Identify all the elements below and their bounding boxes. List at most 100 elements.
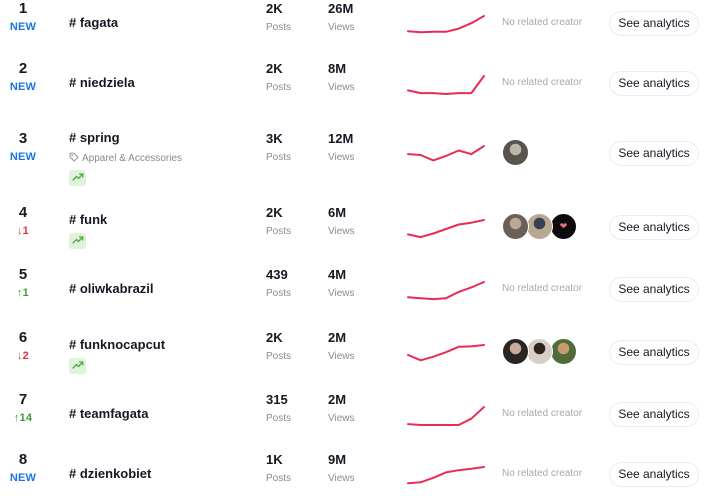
trending-up-icon	[71, 357, 84, 375]
hashtag-row: 4 ↓1 # funk 2K Posts 6M Views ❤ See analytic…	[0, 197, 716, 257]
related-creators: No related creator	[502, 17, 582, 28]
hashtag-row: 5 ↑1 # oliwkabrazil 439 Posts 4M Views No re…	[0, 259, 716, 319]
posts-count: 2K	[266, 61, 283, 76]
views-label: Views	[328, 351, 355, 362]
hashtag-row: 3 NEW # spring Apparel & Accessories 3K P…	[0, 123, 716, 186]
posts-count: 2K	[266, 330, 283, 345]
hashtag-row: 6 ↓2 # funknocapcut 2K Posts 2M Views See a…	[0, 322, 716, 382]
sparkline-path	[407, 281, 485, 301]
related-creators: No related creator	[502, 283, 582, 294]
sparkline-path	[407, 145, 485, 162]
views-count: 6M	[328, 205, 347, 220]
rank-cell: 3 NEW	[0, 131, 46, 164]
views-stat: 2M Views	[328, 392, 355, 425]
rank-number: 1	[18, 0, 28, 17]
hashtag-name[interactable]: # teamfagata	[69, 406, 148, 422]
hashtag-name[interactable]: # funk	[69, 212, 107, 228]
posts-count: 1K	[266, 452, 283, 467]
posts-stat: 2K Posts	[266, 205, 291, 238]
tag-icon	[69, 152, 79, 165]
posts-stat: 2K Posts	[266, 330, 291, 363]
sparkline-path	[407, 219, 485, 239]
trend-sparkline	[407, 145, 485, 162]
see-analytics-button[interactable]: See analytics	[609, 70, 699, 96]
hashtag-name[interactable]: # spring	[69, 130, 182, 146]
trend-sparkline	[407, 281, 485, 301]
rank-change: ↓1	[16, 225, 30, 237]
posts-label: Posts	[266, 226, 292, 237]
rank-number: 7	[18, 391, 28, 408]
views-label: Views	[328, 413, 355, 424]
rank-change: NEW	[9, 21, 37, 33]
creator-avatar[interactable]	[526, 338, 553, 365]
trend-sparkline	[407, 219, 485, 239]
hashtag-cell: # spring Apparel & Accessories	[69, 130, 182, 186]
rank-change: ↓2	[16, 350, 30, 362]
posts-count: 2K	[266, 205, 283, 220]
sparkline-path	[407, 15, 485, 34]
rank-cell: 5 ↑1	[0, 267, 46, 300]
views-stat: 2M Views	[328, 330, 355, 363]
posts-stat: 1K Posts	[266, 452, 291, 485]
views-stat: 6M Views	[328, 205, 355, 238]
views-label: Views	[328, 82, 355, 93]
see-analytics-button[interactable]: See analytics	[609, 214, 699, 240]
see-analytics-button[interactable]: See analytics	[609, 140, 699, 166]
views-label: Views	[328, 288, 355, 299]
hashtag-name[interactable]: # funknocapcut	[69, 337, 165, 353]
see-analytics-button[interactable]: See analytics	[609, 339, 699, 365]
see-analytics-button[interactable]: See analytics	[609, 276, 699, 302]
sparkline-path	[407, 406, 485, 426]
related-creators: No related creator	[502, 408, 582, 419]
creator-avatar[interactable]	[526, 213, 553, 240]
posts-stat: 315 Posts	[266, 392, 291, 425]
creator-avatar[interactable]	[550, 338, 577, 365]
hashtag-cell: # niedziela	[69, 75, 135, 91]
no-related-creator-text: No related creator	[502, 77, 583, 88]
sparkline-path	[407, 344, 485, 362]
rank-change: NEW	[9, 151, 37, 163]
see-analytics-button[interactable]: See analytics	[609, 401, 699, 427]
creator-avatar[interactable]	[502, 338, 529, 365]
hashtag-row: 2 NEW # niedziela 2K Posts 8M Views No relat…	[0, 53, 716, 113]
hashtag-cell: # funk	[69, 212, 107, 249]
related-creators	[502, 139, 529, 166]
rank-number: 6	[18, 329, 28, 346]
views-count: 12M	[328, 131, 354, 146]
hashtag-cell: # oliwkabrazil	[69, 281, 154, 297]
hashtag-name[interactable]: # oliwkabrazil	[69, 281, 154, 297]
hashtag-row: 8 NEW # dzienkobiet 1K Posts 9M Views No rel…	[0, 444, 716, 500]
posts-stat: 439 Posts	[266, 267, 291, 300]
rank-change: NEW	[9, 81, 37, 93]
rank-number: 5	[18, 266, 28, 283]
rank-cell: 1 NEW	[0, 1, 46, 34]
trending-badge	[69, 170, 86, 186]
views-stat: 8M Views	[328, 61, 355, 94]
hashtag-cell: # teamfagata	[69, 406, 148, 422]
posts-label: Posts	[266, 351, 292, 362]
hashtag-cell: # dzienkobiet	[69, 466, 151, 482]
hashtag-name[interactable]: # fagata	[69, 15, 118, 31]
creator-avatar[interactable]	[502, 139, 529, 166]
hashtag-name[interactable]: # niedziela	[69, 75, 135, 91]
rank-cell: 6 ↓2	[0, 330, 46, 363]
trending-badge	[69, 233, 86, 249]
creator-avatar[interactable]	[502, 213, 529, 240]
views-label: Views	[328, 22, 355, 33]
hashtag-cell: # funknocapcut	[69, 337, 165, 374]
views-stat: 12M Views	[328, 131, 355, 164]
posts-label: Posts	[266, 413, 292, 424]
category-label: Apparel & Accessories	[69, 152, 182, 165]
rank-number: 3	[18, 130, 28, 147]
hashtag-cell: # fagata	[69, 15, 118, 31]
hashtag-name[interactable]: # dzienkobiet	[69, 466, 151, 482]
posts-label: Posts	[266, 473, 292, 484]
see-analytics-button[interactable]: See analytics	[609, 10, 699, 36]
related-creators	[502, 338, 577, 365]
creator-avatar[interactable]: ❤	[550, 213, 577, 240]
rank-change: NEW	[9, 472, 37, 484]
see-analytics-button[interactable]: See analytics	[609, 461, 699, 487]
views-stat: 9M Views	[328, 452, 355, 485]
views-count: 2M	[328, 330, 347, 345]
rank-number: 8	[18, 451, 28, 468]
